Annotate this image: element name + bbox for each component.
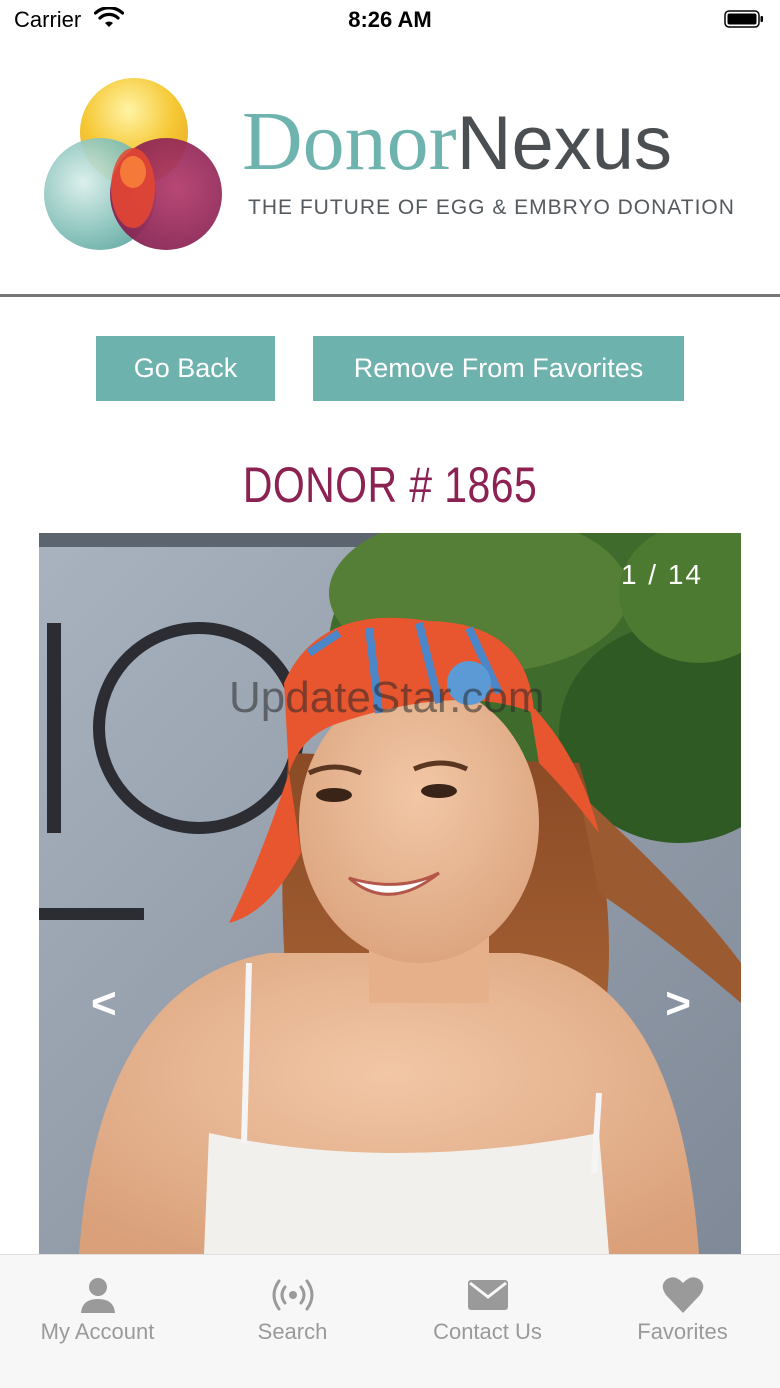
brand-wordmark: DonorNexus: [242, 100, 672, 184]
previous-photo-button[interactable]: <: [91, 979, 117, 1029]
brand-header: DonorNexus THE FUTURE OF EGG & EMBRYO DO…: [0, 40, 780, 294]
status-bar: Carrier 8:26 AM: [0, 0, 780, 40]
heart-icon: [662, 1277, 703, 1313]
donor-photo-gallery[interactable]: UpdateStar.com 1 / 14 < >: [39, 533, 741, 1254]
donornexus-logo-icon: [44, 78, 222, 250]
battery-icon: [724, 10, 763, 28]
watermark-text: UpdateStar.com: [229, 673, 545, 722]
remove-from-favorites-button[interactable]: Remove From Favorites: [313, 336, 684, 401]
tab-search[interactable]: Search: [195, 1255, 390, 1388]
tab-favorites[interactable]: Favorites: [585, 1255, 780, 1388]
donor-photo: [39, 533, 741, 1254]
tab-label: Contact Us: [433, 1319, 542, 1344]
donor-title: DONOR # 1865: [242, 457, 538, 513]
next-photo-button[interactable]: >: [665, 979, 691, 1029]
photo-counter: 1 / 14: [620, 559, 703, 590]
envelope-icon: [467, 1280, 508, 1310]
person-icon: [80, 1278, 115, 1313]
brand-name-part2: Nexus: [456, 101, 673, 186]
tab-label: My Account: [40, 1319, 155, 1344]
header-divider: [0, 294, 780, 297]
tab-label: Favorites: [637, 1319, 728, 1344]
tab-bar: My Account Search Contact Us Favorites: [0, 1254, 780, 1388]
brand-name-part1: Donor: [242, 95, 457, 188]
tab-my-account[interactable]: My Account: [0, 1255, 195, 1388]
brand-tagline: THE FUTURE OF EGG & EMBRYO DONATION: [248, 196, 735, 219]
broadcast-icon: [272, 1279, 313, 1311]
tab-label: Search: [257, 1319, 328, 1344]
tab-contact-us[interactable]: Contact Us: [390, 1255, 585, 1388]
go-back-button[interactable]: Go Back: [96, 336, 275, 401]
status-time: 8:26 AM: [348, 7, 432, 32]
